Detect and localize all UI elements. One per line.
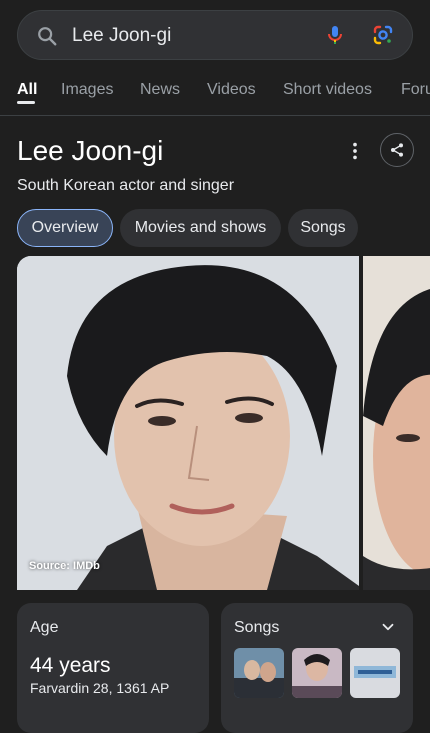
search-bar[interactable]: Lee Joon-gi [17, 10, 413, 60]
tab-forums[interactable]: Foru [401, 80, 430, 100]
chip-songs[interactable]: Songs [288, 209, 358, 247]
portrait-illustration [17, 256, 359, 590]
song-thumbnail[interactable] [292, 648, 342, 698]
age-label: Age [30, 619, 59, 636]
mic-icon[interactable] [323, 23, 347, 47]
portrait-image-main[interactable]: Source: IMDb [17, 256, 359, 590]
entity-title: Lee Joon-gi [17, 135, 164, 166]
song-thumbnail[interactable] [350, 648, 400, 698]
search-tabs: All Images News Videos Short videos Foru [0, 78, 430, 106]
image-source-label: Source: IMDb [29, 560, 100, 572]
songs-card[interactable]: Songs [221, 603, 413, 733]
chevron-down-icon[interactable] [379, 618, 397, 636]
age-card[interactable]: Age 44 years Farvardin 28, 1361 AP [17, 603, 209, 733]
portrait-illustration-secondary [363, 256, 430, 590]
search-icon[interactable] [36, 25, 58, 47]
tab-news[interactable]: News [140, 80, 180, 100]
birth-date: Farvardin 28, 1361 AP [30, 680, 170, 696]
share-button[interactable] [380, 133, 414, 167]
age-value: 44 years [30, 654, 111, 677]
songs-label: Songs [234, 619, 280, 636]
active-tab-indicator [17, 101, 35, 104]
song-thumbnail[interactable] [234, 648, 284, 698]
share-icon [391, 143, 403, 157]
more-vert-icon[interactable] [344, 140, 366, 162]
chip-overview[interactable]: Overview [17, 209, 113, 247]
portrait-image-secondary[interactable] [363, 256, 430, 590]
tabs-divider [0, 115, 430, 116]
tab-videos[interactable]: Videos [207, 80, 256, 100]
tab-all[interactable]: All [17, 80, 37, 100]
entity-subtitle: South Korean actor and singer [17, 177, 235, 194]
chip-movies-and-shows[interactable]: Movies and shows [120, 209, 281, 247]
search-input[interactable]: Lee Joon-gi [72, 24, 171, 48]
tab-short-videos[interactable]: Short videos [283, 80, 372, 100]
google-lens-icon[interactable] [371, 23, 395, 47]
tab-images[interactable]: Images [61, 80, 113, 100]
